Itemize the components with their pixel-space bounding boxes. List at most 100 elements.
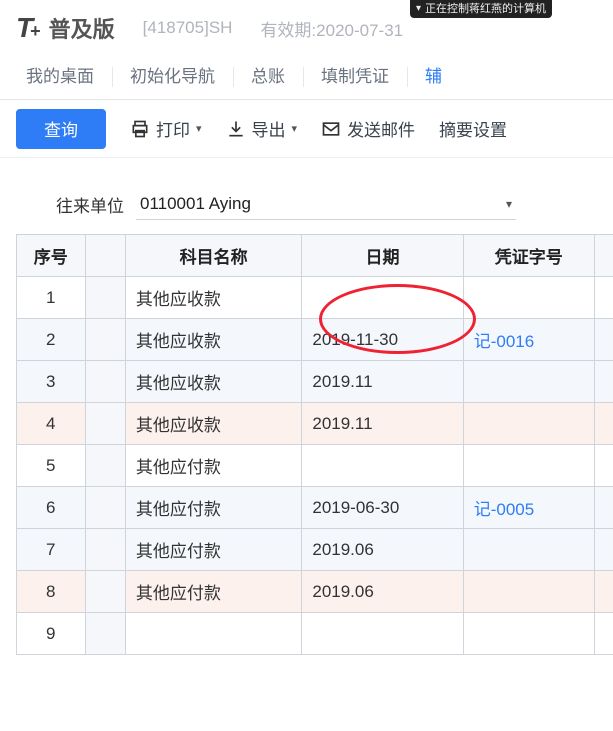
cell-subject: 其他应收款 [125, 403, 301, 445]
cell-date: 2019-06-30 [302, 487, 463, 529]
toolbar: 查询 打印 ▾ 导出 ▾ 发送邮件 摘要设置 [0, 100, 613, 158]
col-edge [594, 235, 613, 277]
query-button[interactable]: 查询 [16, 109, 106, 149]
tab-1[interactable]: 初始化导航 [112, 55, 233, 99]
partner-label: 往来单位 [56, 192, 124, 217]
col-vno[interactable]: 凭证字号 [463, 235, 594, 277]
print-button[interactable]: 打印 ▾ [130, 116, 202, 141]
filter-row: 往来单位 0110001 Aying ▾ [0, 158, 613, 234]
voucher-link[interactable]: 记-0016 [474, 332, 534, 351]
table-row[interactable]: 5 其他应付款 [17, 445, 613, 487]
brand-edition: 普及版 [49, 12, 115, 44]
send-mail-button[interactable]: 发送邮件 [321, 116, 415, 141]
nav-tabs: 我的桌面初始化导航总账填制凭证辅 [0, 56, 613, 100]
tab-0[interactable]: 我的桌面 [8, 55, 112, 99]
partner-select[interactable]: 0110001 Aying ▾ [136, 188, 516, 220]
export-icon [226, 119, 246, 139]
cell-date [302, 613, 463, 655]
cell-edge [594, 277, 613, 319]
cell-seq: 1 [17, 277, 86, 319]
cell-handle [85, 487, 125, 529]
remote-control-bar: ▾ 正在控制蒋红燕的计算机 [410, 0, 552, 18]
table-row[interactable]: 3 其他应收款2019.11 [17, 361, 613, 403]
cell-vno [463, 403, 594, 445]
cell-handle [85, 571, 125, 613]
cell-seq: 4 [17, 403, 86, 445]
data-table: 序号 科目名称 日期 凭证字号 1其他应收款2其他应收款2019-11-30记-… [16, 234, 613, 655]
cell-edge [594, 529, 613, 571]
cell-date: 2019.06 [302, 529, 463, 571]
cell-seq: 9 [17, 613, 86, 655]
cell-date: 2019-11-30 [302, 319, 463, 361]
cell-edge [594, 319, 613, 361]
tab-2[interactable]: 总账 [233, 55, 303, 99]
cell-subject: 其他应收款 [125, 361, 301, 403]
cell-subject [125, 613, 301, 655]
cell-vno [463, 529, 594, 571]
table-row[interactable]: 8 其他应付款2019.06 [17, 571, 613, 613]
cell-edge [594, 613, 613, 655]
cell-date: 2019.11 [302, 361, 463, 403]
summary-label: 摘要设置 [439, 116, 507, 141]
chevron-down-icon: ▾ [292, 122, 298, 135]
col-date[interactable]: 日期 [302, 235, 463, 277]
remote-control-text: 正在控制蒋红燕的计算机 [425, 1, 546, 17]
cell-handle [85, 361, 125, 403]
col-seq[interactable]: 序号 [17, 235, 86, 277]
cell-handle [85, 529, 125, 571]
cell-vno: 记-0016 [463, 319, 594, 361]
cell-handle [85, 613, 125, 655]
brand-logo: T + 普及版 [16, 12, 115, 44]
cell-vno [463, 277, 594, 319]
cell-subject: 其他应付款 [125, 529, 301, 571]
cell-seq: 8 [17, 571, 86, 613]
col-subject[interactable]: 科目名称 [125, 235, 301, 277]
cell-subject: 其他应收款 [125, 319, 301, 361]
cell-edge [594, 487, 613, 529]
mail-label: 发送邮件 [347, 116, 415, 141]
table-row[interactable]: 6其他应付款2019-06-30记-0005 [17, 487, 613, 529]
cell-edge [594, 445, 613, 487]
export-button[interactable]: 导出 ▾ [226, 116, 298, 141]
cell-date [302, 445, 463, 487]
cell-vno: 记-0005 [463, 487, 594, 529]
cell-date: 2019.06 [302, 571, 463, 613]
tab-3[interactable]: 填制凭证 [303, 55, 407, 99]
cell-subject: 其他应付款 [125, 445, 301, 487]
cell-edge [594, 361, 613, 403]
cell-vno [463, 445, 594, 487]
cell-seq: 7 [17, 529, 86, 571]
table-row[interactable]: 2 其他应收款2019-11-30 记-0016 [17, 319, 613, 361]
cell-subject: 其他应付款 [125, 571, 301, 613]
print-icon [130, 119, 150, 139]
cell-subject: 其他应付款 [125, 487, 301, 529]
brand-plus: + [30, 21, 41, 42]
col-handle [85, 235, 125, 277]
summary-settings-button[interactable]: 摘要设置 [439, 116, 507, 141]
cell-date [302, 277, 463, 319]
table-row[interactable]: 4其他应收款2019.11 [17, 403, 613, 445]
cell-seq: 2 [17, 319, 86, 361]
export-label: 导出 [252, 116, 286, 141]
tab-4[interactable]: 辅 [407, 55, 460, 99]
table-header-row: 序号 科目名称 日期 凭证字号 [17, 235, 613, 277]
cell-vno [463, 571, 594, 613]
expiry-label: 有效期:2020-07-31 [260, 16, 403, 41]
partner-value: 0110001 Aying [140, 194, 251, 214]
table-row[interactable]: 1其他应收款 [17, 277, 613, 319]
print-label: 打印 [156, 116, 190, 141]
mail-icon [321, 119, 341, 139]
chevron-down-icon: ▾ [196, 122, 202, 135]
download-icon: ▾ [416, 1, 421, 17]
table-row[interactable]: 7 其他应付款2019.06 [17, 529, 613, 571]
cell-vno [463, 361, 594, 403]
table-body: 1其他应收款2其他应收款2019-11-30记-00163其他应收款2019.1… [17, 277, 613, 655]
cell-edge [594, 403, 613, 445]
org-code: [418705]SH [143, 18, 233, 38]
voucher-link[interactable]: 记-0005 [474, 500, 534, 519]
cell-handle [85, 445, 125, 487]
cell-edge [594, 571, 613, 613]
cell-seq: 3 [17, 361, 86, 403]
table-row[interactable]: 9 [17, 613, 613, 655]
cell-seq: 5 [17, 445, 86, 487]
